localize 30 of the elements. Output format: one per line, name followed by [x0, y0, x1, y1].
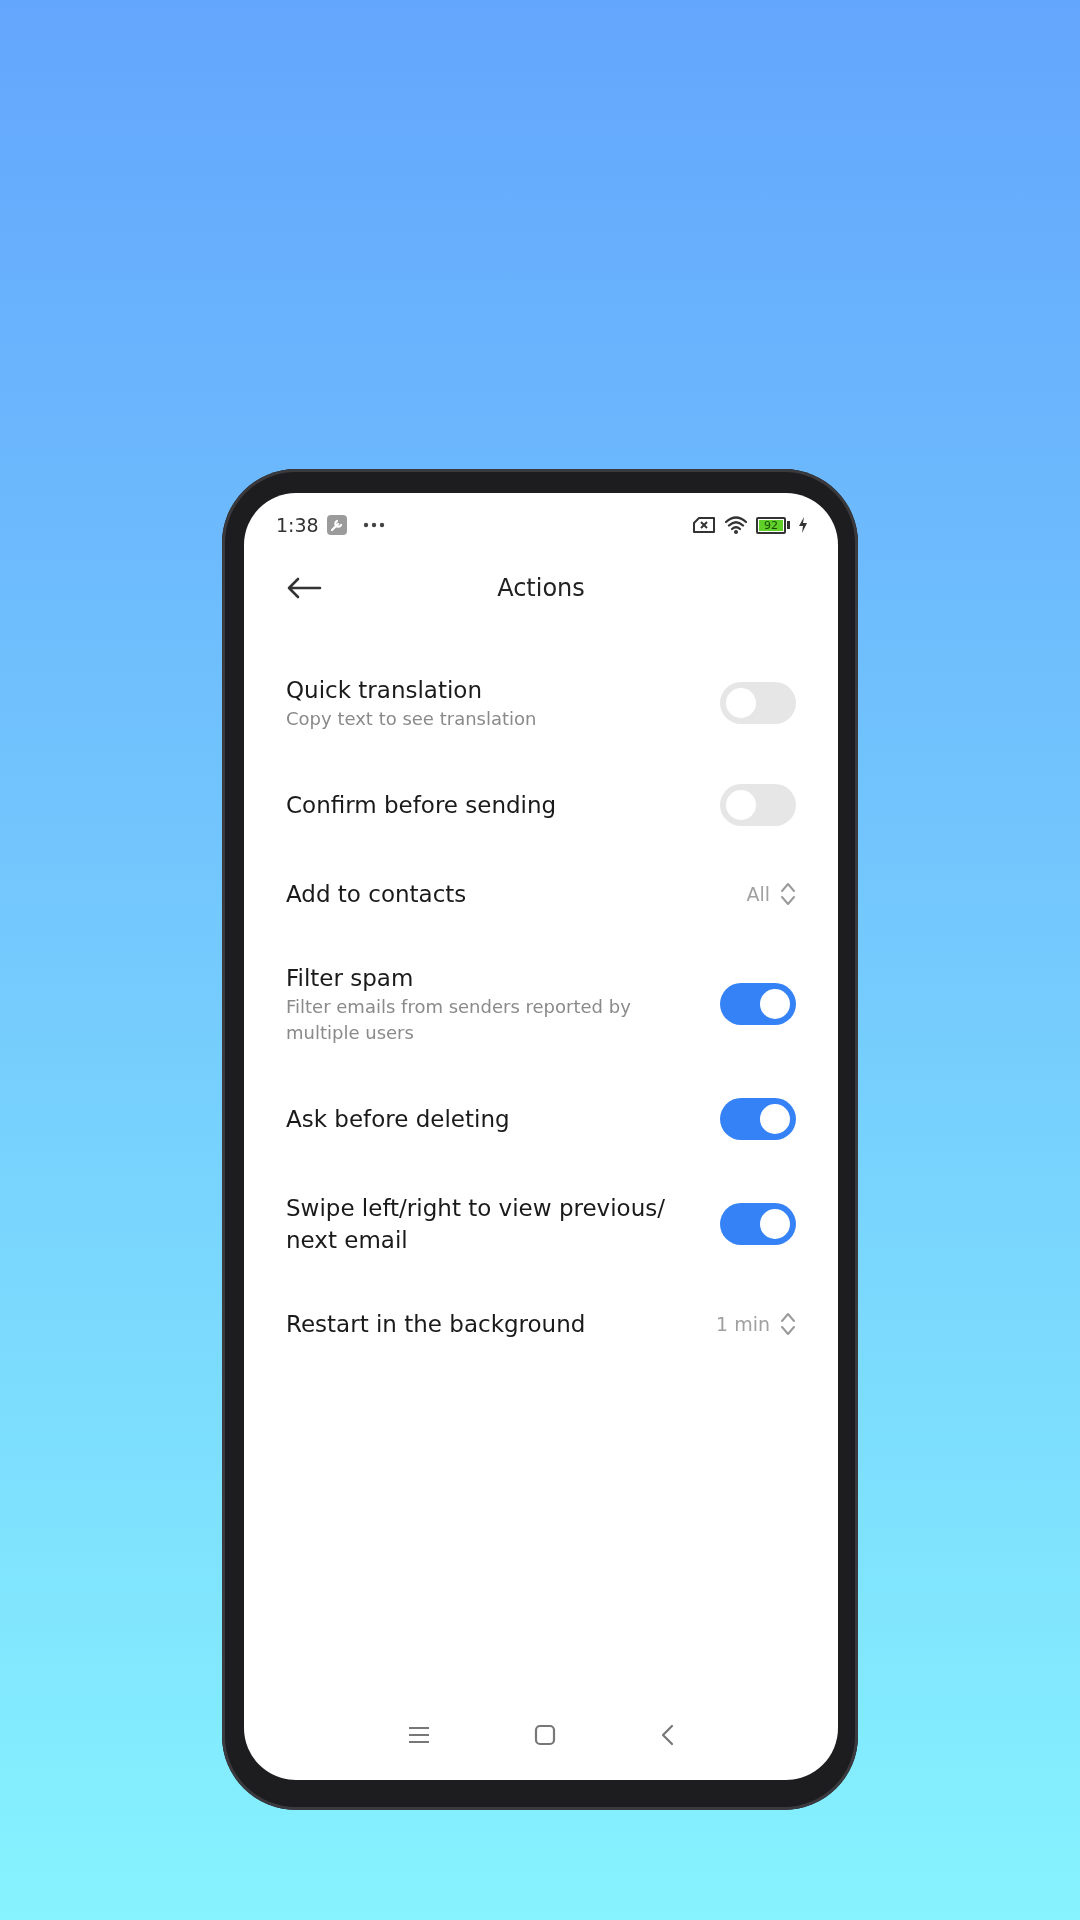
wifi-icon: [724, 515, 748, 535]
up-down-chevron-icon[interactable]: [780, 1311, 796, 1337]
battery-level: 92: [756, 516, 790, 534]
setting-title: Restart in the background: [286, 1310, 587, 1339]
setting-title: Confirm before sending: [286, 791, 558, 820]
menu-icon[interactable]: [408, 1726, 430, 1744]
setting-title: Quick translation: [286, 676, 484, 705]
up-down-chevron-icon[interactable]: [780, 881, 796, 907]
setting-title: Add to contacts: [286, 880, 468, 909]
setting-description: Copy text to see translation: [286, 707, 538, 731]
toggle-switch[interactable]: [720, 682, 796, 724]
toggle-switch[interactable]: [720, 983, 796, 1025]
setting-title: Filter spam: [286, 964, 415, 993]
more-dots-icon: [362, 522, 385, 528]
home-square-icon[interactable]: [534, 1724, 556, 1746]
setting-title: Swipe left/right to view previous/ next email: [286, 1194, 666, 1255]
page-title: Actions: [497, 574, 585, 602]
select-value[interactable]: All: [746, 883, 770, 905]
wrench-icon: [326, 515, 347, 535]
sim-card-icon: [692, 516, 716, 534]
toggle-switch[interactable]: [720, 1098, 796, 1140]
toggle-switch[interactable]: [720, 784, 796, 826]
toggle-switch[interactable]: [720, 1203, 796, 1245]
back-chevron-icon[interactable]: [660, 1724, 674, 1746]
select-value[interactable]: 1 min: [716, 1313, 770, 1335]
charging-bolt-icon: [798, 517, 808, 533]
setting-title: Ask before deleting: [286, 1105, 511, 1134]
setting-description: Filter emails from senders reported by multiple users: [286, 995, 632, 1045]
back-arrow-icon[interactable]: [286, 577, 322, 599]
status-time: 1:38: [276, 514, 319, 536]
